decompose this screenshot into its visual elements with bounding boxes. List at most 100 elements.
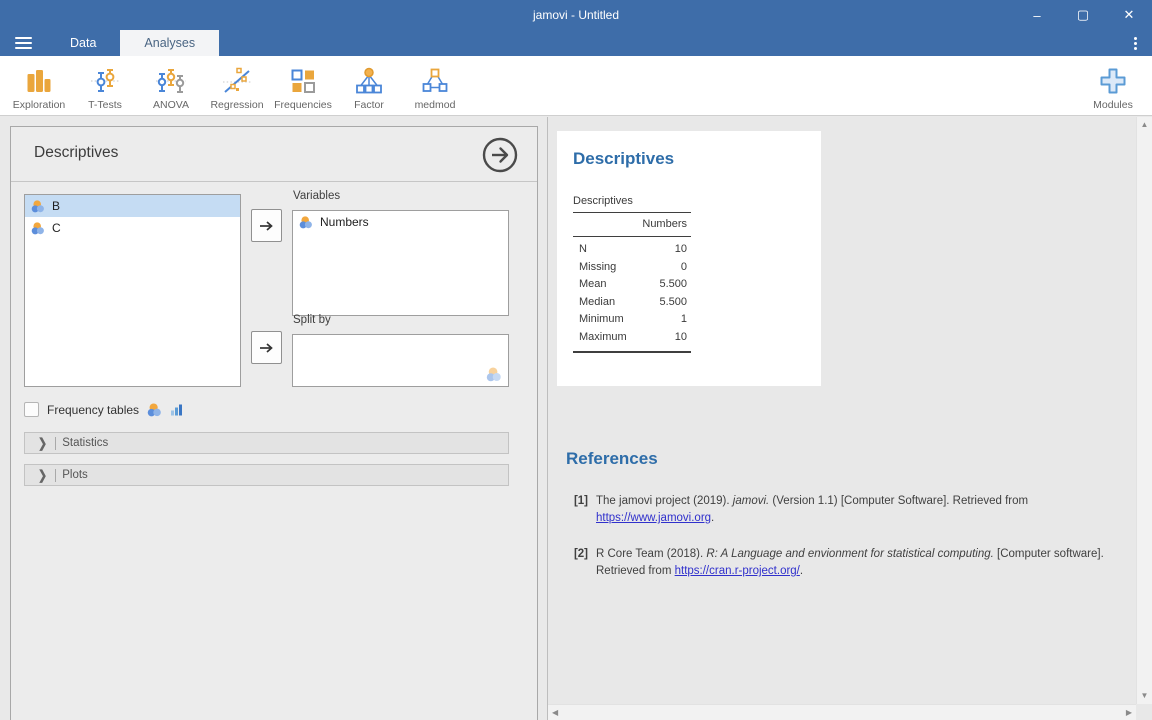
references-list: [1] The jamovi project (2019). jamovi. (… xyxy=(566,493,1126,580)
list-item[interactable]: Numbers xyxy=(293,211,508,233)
frequency-tables-label: Frequency tables xyxy=(47,403,139,417)
regression-icon xyxy=(222,65,252,97)
tab-data[interactable]: Data xyxy=(46,30,120,56)
medmod-icon xyxy=(420,65,450,97)
options-title: Descriptives xyxy=(34,144,118,162)
table-column-header: Numbers xyxy=(573,213,691,236)
results-panel: Descriptives Descriptives Numbers N 10 xyxy=(547,117,1152,720)
stat-label: Maximum xyxy=(579,331,627,345)
table-row: Minimum 1 xyxy=(573,311,691,329)
table-title: Descriptives xyxy=(573,195,691,207)
variable-name: Numbers xyxy=(320,215,369,229)
frequencies-icon xyxy=(288,65,318,97)
exploration-icon xyxy=(24,65,54,97)
plots-section-header[interactable]: ❯ Plots xyxy=(24,464,509,486)
analyses-ribbon: Exploration T-Tests xyxy=(0,56,1152,116)
reference-text: The jamovi project (2019). jamovi. (Vers… xyxy=(596,493,1116,527)
variables-box[interactable]: Numbers xyxy=(292,210,509,316)
statistics-section-header[interactable]: ❯ Statistics xyxy=(24,432,509,454)
variables-box-label: Variables xyxy=(293,190,340,202)
modules-plus-icon xyxy=(1098,65,1128,97)
ribbon-anova-button[interactable]: ANOVA xyxy=(138,56,204,115)
stat-label: Mean xyxy=(579,278,607,292)
selected-analysis-results-card[interactable]: Descriptives Descriptives Numbers N 10 xyxy=(557,131,821,386)
table-row: Median 5.500 xyxy=(573,294,691,312)
stat-label: N xyxy=(579,243,587,257)
circle-arrow-right-icon xyxy=(481,136,519,174)
source-variables-list[interactable]: B C xyxy=(24,194,241,387)
arrow-right-icon xyxy=(259,220,274,232)
ribbon-modules-button[interactable]: Modules xyxy=(1080,56,1146,115)
analysis-options-panel: Descriptives B xyxy=(10,126,538,720)
maximize-button[interactable]: ▢ xyxy=(1060,0,1106,30)
move-to-variables-button[interactable] xyxy=(251,209,282,242)
scroll-right-icon[interactable]: ▶ xyxy=(1126,709,1132,717)
nominal-variable-ghost-icon xyxy=(486,367,502,382)
variable-name: B xyxy=(52,199,60,213)
reference-item: [2] R Core Team (2018). R: A Language an… xyxy=(566,546,1126,580)
splitby-box-label: Split by xyxy=(293,314,331,326)
descriptives-table: Descriptives Numbers N 10 Missing 0 xyxy=(573,195,691,353)
stat-value: 5.500 xyxy=(659,278,687,292)
reference-link[interactable]: https://www.jamovi.org xyxy=(596,512,711,524)
ribbon-medmod-button[interactable]: medmod xyxy=(402,56,468,115)
frequency-tables-checkbox[interactable] xyxy=(24,402,39,417)
close-button[interactable]: ✕ xyxy=(1106,0,1152,30)
minimize-button[interactable]: – xyxy=(1014,0,1060,30)
arrow-right-icon xyxy=(259,342,274,354)
ribbon-exploration-button[interactable]: Exploration xyxy=(6,56,72,115)
stat-label: Minimum xyxy=(579,313,624,327)
scroll-down-icon[interactable]: ▼ xyxy=(1141,692,1149,700)
table-body: N 10 Missing 0 Mean 5.500 xyxy=(573,237,691,351)
plots-section-label: Plots xyxy=(62,469,88,481)
tab-analyses[interactable]: Analyses xyxy=(120,30,219,56)
hamburger-menu-icon[interactable] xyxy=(0,30,46,56)
stat-value: 1 xyxy=(681,313,687,327)
table-row: N 10 xyxy=(573,241,691,259)
table-row: Maximum 10 xyxy=(573,329,691,347)
move-to-splitby-button[interactable] xyxy=(251,331,282,364)
stat-label: Missing xyxy=(579,261,616,275)
anova-icon xyxy=(156,65,186,97)
results-heading: Descriptives xyxy=(573,149,674,169)
list-item[interactable]: B xyxy=(25,195,240,217)
nominal-variable-icon xyxy=(31,222,45,235)
options-header: Descriptives xyxy=(11,127,537,182)
horizontal-scrollbar[interactable]: ◀ ▶ xyxy=(548,704,1136,720)
variable-name: C xyxy=(52,221,61,235)
frequency-tables-option: Frequency tables xyxy=(24,402,183,417)
list-item[interactable]: C xyxy=(25,217,240,239)
factor-icon xyxy=(354,65,384,97)
references-section: References [1] The jamovi project (2019)… xyxy=(566,449,1126,580)
reference-index: [1] xyxy=(566,493,588,527)
titlebar: jamovi - Untitled – ▢ ✕ xyxy=(0,0,1152,30)
reference-text: R Core Team (2018). R: A Language and en… xyxy=(596,546,1116,580)
ribbon-frequencies-button[interactable]: Frequencies xyxy=(270,56,336,115)
stat-value: 10 xyxy=(675,243,687,257)
scroll-left-icon[interactable]: ◀ xyxy=(552,709,558,717)
ttests-icon xyxy=(90,65,120,97)
kebab-menu-icon[interactable] xyxy=(1118,30,1152,56)
nominal-variable-icon xyxy=(31,200,45,213)
splitby-box[interactable] xyxy=(292,334,509,387)
reference-link[interactable]: https://cran.r-project.org/ xyxy=(675,565,800,577)
stat-value: 0 xyxy=(681,261,687,275)
chevron-right-icon: ❯ xyxy=(38,467,47,483)
nominal-variable-icon xyxy=(299,216,313,229)
ribbon-factor-button[interactable]: Factor xyxy=(336,56,402,115)
ribbon-ttests-button[interactable]: T-Tests xyxy=(72,56,138,115)
stat-label: Median xyxy=(579,296,615,310)
reference-item: [1] The jamovi project (2019). jamovi. (… xyxy=(566,493,1126,527)
window-title: jamovi - Untitled xyxy=(0,8,1152,22)
tab-bar: Data Analyses xyxy=(0,30,1152,56)
statistics-section-label: Statistics xyxy=(62,437,108,449)
table-row: Mean 5.500 xyxy=(573,276,691,294)
references-heading: References xyxy=(566,449,1126,469)
scroll-up-icon[interactable]: ▲ xyxy=(1141,121,1149,129)
vertical-scrollbar[interactable]: ▲ ▼ xyxy=(1136,117,1152,704)
bar-chart-icon xyxy=(170,403,183,416)
nominal-variable-icon xyxy=(147,403,162,417)
stat-value: 5.500 xyxy=(659,296,687,310)
ribbon-regression-button[interactable]: Regression xyxy=(204,56,270,115)
collapse-options-button[interactable] xyxy=(481,136,519,174)
